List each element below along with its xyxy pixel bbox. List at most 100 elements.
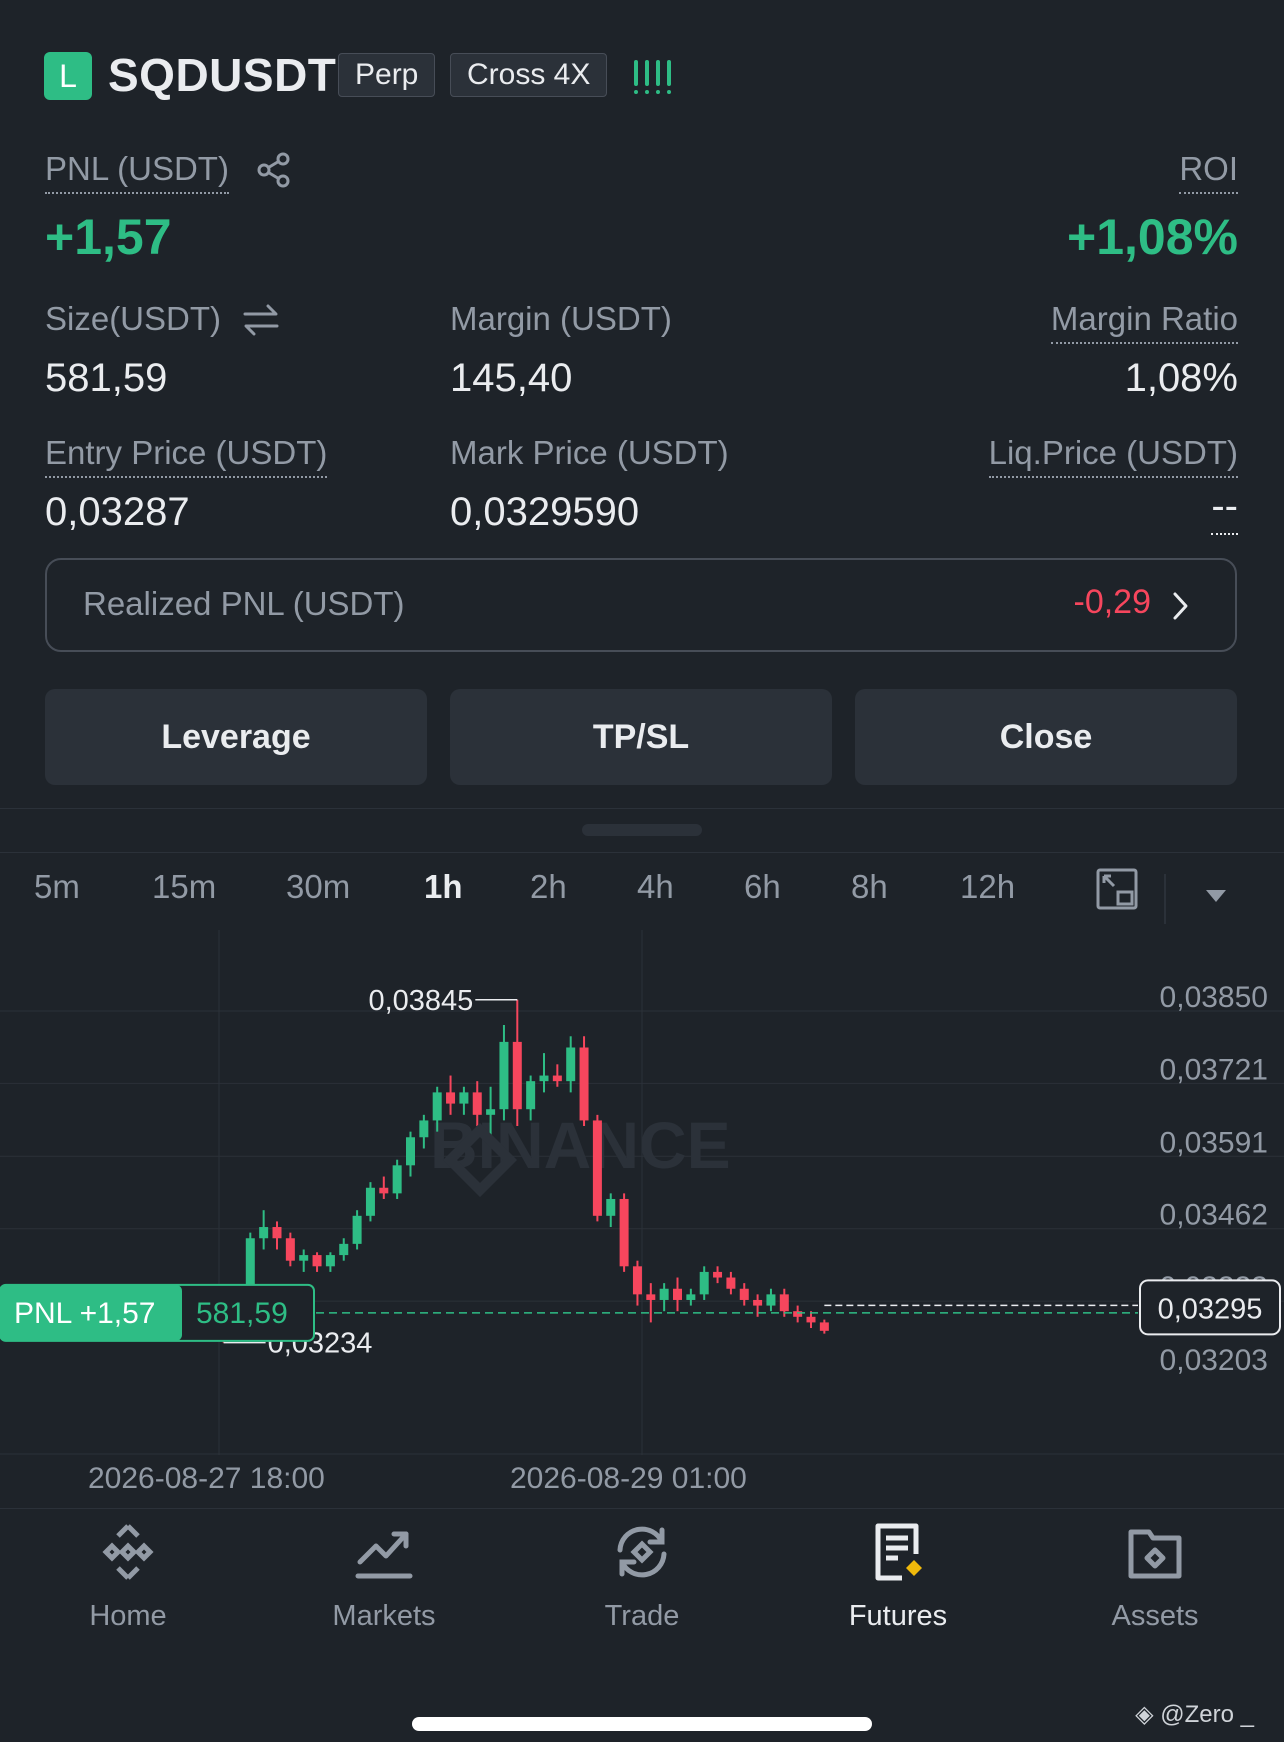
candle-body: [766, 1294, 776, 1306]
size-label: Size(USDT): [45, 300, 222, 337]
credit-text: @Zero _: [1160, 1701, 1254, 1728]
timeframe-6h[interactable]: 6h: [744, 868, 781, 906]
nav-home[interactable]: Home: [13, 1520, 243, 1633]
fullscreen-chart-icon[interactable]: [1096, 868, 1138, 910]
timeframe-1h[interactable]: 1h: [424, 868, 463, 906]
candle-body: [339, 1243, 349, 1256]
candle-body: [806, 1316, 816, 1323]
candle-body: [566, 1047, 576, 1082]
price-tick-label: 0,03462: [1160, 1199, 1268, 1232]
price-tick-label: 0,03850: [1160, 981, 1268, 1014]
home-indicator[interactable]: [412, 1717, 872, 1731]
timeframe-5m[interactable]: 5m: [34, 868, 80, 906]
candle-body: [459, 1092, 469, 1104]
candle-body: [579, 1047, 589, 1121]
size-value: 581,59: [45, 356, 168, 400]
candle-body: [299, 1255, 309, 1261]
nav-home-label: Home: [89, 1600, 167, 1632]
share-icon[interactable]: [256, 152, 292, 188]
candle-body: [739, 1288, 749, 1300]
toolbar-separator: [1164, 874, 1166, 924]
candle-body: [673, 1288, 682, 1300]
close-position-button[interactable]: Close: [855, 689, 1237, 785]
leverage-button[interactable]: Leverage: [45, 689, 427, 785]
candle-body: [606, 1198, 616, 1216]
candle-body: [819, 1322, 829, 1331]
swap-units-icon[interactable]: [242, 302, 280, 338]
nav-trade-label: Trade: [604, 1600, 680, 1632]
author-credit: ◈ @Zero _: [1135, 1700, 1254, 1729]
roi-label: ROI: [1179, 150, 1238, 194]
candle-body: [325, 1255, 335, 1267]
margin-value: 145,40: [450, 356, 573, 400]
nav-futures[interactable]: Futures: [783, 1520, 1013, 1633]
section-divider: [0, 808, 1284, 809]
candle-body: [419, 1120, 429, 1138]
date-label-2: 2026-08-29 01:00: [510, 1462, 747, 1495]
margin-ratio-value: 1,08%: [1124, 356, 1238, 400]
mark-price-value: 0,0329590: [450, 490, 640, 534]
roi-value: +1,08%: [1067, 209, 1238, 265]
candle-body: [379, 1187, 389, 1194]
candle-body: [753, 1299, 763, 1306]
candle-body: [526, 1081, 536, 1110]
size-tag-text: 581,59: [196, 1297, 288, 1330]
realized-pnl-label: Realized PNL (USDT): [83, 585, 405, 622]
symbol-title[interactable]: SQDUSDT: [108, 48, 336, 102]
candle-body: [646, 1294, 656, 1300]
mark-price-label: Mark Price (USDT): [450, 434, 729, 471]
timeframe-12h[interactable]: 12h: [960, 868, 1015, 906]
nav-assets[interactable]: Assets: [1040, 1520, 1270, 1633]
date-label-1: 2026-08-27 18:00: [88, 1462, 325, 1495]
timeframe-30m[interactable]: 30m: [286, 868, 350, 906]
candle-body: [512, 1041, 522, 1110]
perp-tag: Perp: [338, 53, 436, 97]
futures-document-icon: [875, 1523, 922, 1581]
margin-ratio-label: Margin Ratio: [1050, 300, 1238, 344]
dropdown-arrow-icon[interactable]: [1204, 888, 1228, 904]
signal-bars-icon: [634, 60, 671, 94]
long-side-badge: L: [44, 52, 92, 100]
margin-label: Margin (USDT): [450, 300, 672, 337]
nav-futures-label: Futures: [848, 1600, 948, 1632]
nav-markets[interactable]: Markets: [269, 1520, 499, 1633]
current-price-label: 0,03295: [1158, 1293, 1263, 1325]
candle-body: [432, 1092, 442, 1121]
tpsl-button[interactable]: TP/SL: [450, 689, 832, 785]
entry-price-value: 0,03287: [45, 490, 190, 534]
trade-exchange-icon: [617, 1526, 667, 1578]
timeframe-8h[interactable]: 8h: [851, 868, 888, 906]
price-tick-label: 0,03721: [1160, 1053, 1268, 1086]
nav-trade[interactable]: Trade: [527, 1520, 757, 1633]
candle-body: [552, 1075, 562, 1082]
credit-diamond-icon: ◈: [1135, 1701, 1154, 1728]
nav-divider: [0, 1508, 1284, 1509]
candle-body: [779, 1294, 789, 1312]
candle-body: [486, 1109, 496, 1115]
candle-body: [686, 1294, 696, 1300]
markets-chart-icon: [355, 1531, 413, 1579]
timeframe-15m[interactable]: 15m: [152, 868, 216, 906]
candle-body: [446, 1092, 456, 1104]
high-price-label: 0,03845: [368, 985, 473, 1017]
nav-markets-label: Markets: [332, 1600, 436, 1632]
section-divider: [0, 852, 1284, 853]
candle-body: [539, 1075, 549, 1082]
margin-mode-tag[interactable]: Cross 4X: [450, 53, 608, 97]
drag-handle[interactable]: [582, 824, 702, 836]
timeframe-2h[interactable]: 2h: [530, 868, 567, 906]
realized-pnl-row[interactable]: Realized PNL (USDT) -0,29: [45, 558, 1237, 652]
candle-body: [312, 1255, 322, 1267]
candle-body: [793, 1311, 803, 1317]
candle-body: [259, 1227, 269, 1239]
candle-body: [285, 1238, 295, 1261]
price-chart[interactable]: 0,038500,037210,035910,034620,033330,032…: [0, 930, 1284, 1460]
candle-body: [352, 1215, 362, 1244]
pnl-value: +1,57: [45, 209, 172, 265]
entry-price-label: Entry Price (USDT): [45, 434, 328, 478]
assets-wallet-icon: [1128, 1529, 1182, 1579]
candle-body: [619, 1198, 629, 1267]
chevron-right-icon: [1173, 592, 1188, 620]
timeframe-4h[interactable]: 4h: [637, 868, 674, 906]
pnl-tag-text: PNL +1,57: [14, 1297, 156, 1330]
